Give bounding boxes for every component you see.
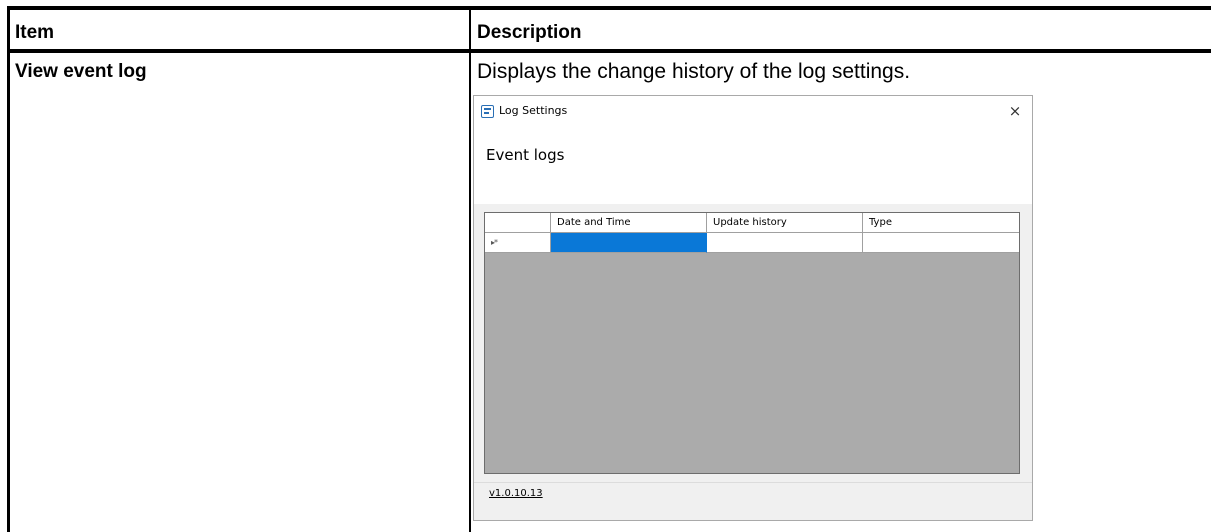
log-settings-dialog: Log Settings × Event logs Date and Time … xyxy=(473,95,1033,521)
grid-header-row: Date and Time Update history Type xyxy=(485,213,1019,233)
grid-row-header-corner xyxy=(485,213,551,233)
dialog-header: Event logs xyxy=(474,130,1032,204)
cell-type[interactable] xyxy=(863,233,1019,253)
event-log-grid[interactable]: Date and Time Update history Type ▸* xyxy=(484,212,1020,474)
column-divider xyxy=(469,10,471,532)
row-item-label: View event log xyxy=(15,61,147,82)
column-header-date-time[interactable]: Date and Time xyxy=(551,213,707,233)
close-icon[interactable]: × xyxy=(1004,100,1026,122)
footer-divider xyxy=(474,482,1032,483)
header-description: Description xyxy=(477,22,582,43)
grid-new-row[interactable]: ▸* xyxy=(485,233,1019,253)
column-header-update-history[interactable]: Update history xyxy=(707,213,863,233)
header-item: Item xyxy=(15,22,55,43)
column-header-type[interactable]: Type xyxy=(863,213,1019,233)
cell-update-history[interactable] xyxy=(707,233,863,253)
dialog-titlebar: Log Settings × xyxy=(474,96,1032,130)
cell-date-time-selected[interactable] xyxy=(551,233,707,253)
dialog-heading: Event logs xyxy=(486,146,565,164)
new-row-marker-icon[interactable]: ▸* xyxy=(485,233,551,253)
dialog-title: Log Settings xyxy=(499,104,568,117)
row-description-text: Displays the change history of the log s… xyxy=(477,60,911,83)
header-rule xyxy=(10,49,1211,53)
version-link[interactable]: v1.0.10.13 xyxy=(489,488,543,499)
app-icon xyxy=(481,105,494,118)
